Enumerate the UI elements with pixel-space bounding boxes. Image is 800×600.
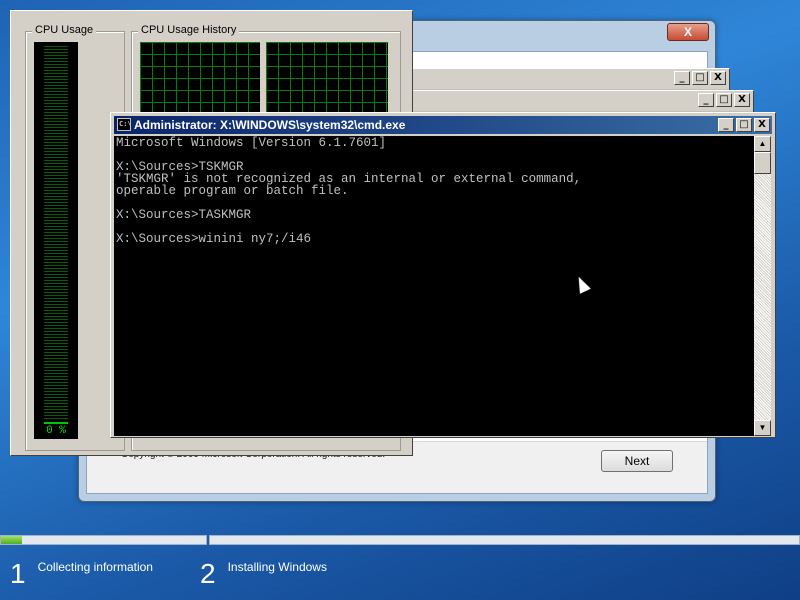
console-scrollbar[interactable]: ▲ ▼ [754,136,771,436]
cmd-titlebar[interactable]: C:\ Administrator: X:\WINDOWS\system32\c… [114,116,772,134]
progress-segment-2 [209,535,800,545]
maximize-button[interactable]: □ [692,71,708,85]
minimize-button[interactable]: _ [698,93,714,107]
step-number: 2 [200,558,216,589]
console-line: Microsoft Windows [Version 6.1.7601] [116,136,387,150]
step-installing-windows: 2 Installing Windows [200,558,327,590]
step-number: 1 [10,558,26,589]
close-button[interactable]: X [710,71,726,85]
console-line: operable program or batch file. [116,184,349,198]
next-button[interactable]: Next [601,450,673,472]
cpu-usage-label: CPU Usage [32,24,97,36]
background-window-1-titlebar: _ □ X [401,69,729,89]
cpu-percent-value: 0 % [46,425,66,437]
cpu-meter-level [44,422,68,424]
maximize-button[interactable]: □ [716,93,732,107]
close-button[interactable]: X [754,118,770,132]
minimize-button[interactable]: _ [674,71,690,85]
scroll-down-arrow-icon[interactable]: ▼ [754,420,771,436]
cmd-title-text: Administrator: X:\WINDOWS\system32\cmd.e… [134,118,406,132]
step-label: Installing Windows [227,560,327,574]
maximize-button[interactable]: □ [736,118,752,132]
scrollbar-thumb[interactable] [754,152,771,174]
setup-progress-bar [0,533,800,547]
console-output[interactable]: Microsoft Windows [Version 6.1.7601] X:\… [114,136,754,436]
cpu-usage-meter: 0 % [34,42,78,439]
console-prompt-line: X:\Sources>winini ny7;/i46 [116,232,312,246]
cmd-icon[interactable]: C:\ [117,118,132,131]
cmd-window: C:\ Administrator: X:\WINDOWS\system32\c… [110,112,776,438]
cpu-meter-bars [44,46,68,420]
close-button[interactable]: X [734,93,750,107]
setup-close-button[interactable]: X [667,23,709,41]
step-label: Collecting information [37,560,153,574]
progress-segment-1 [0,535,207,545]
step-collecting-information: 1 Collecting information [10,558,153,590]
console-line: X:\Sources>TASKMGR [116,208,252,222]
minimize-button[interactable]: _ [718,118,734,132]
scroll-up-arrow-icon[interactable]: ▲ [754,136,771,152]
cpu-history-label: CPU Usage History [138,24,240,36]
background-window-2-titlebar: _ □ X [401,91,753,111]
progress-fill [1,536,22,544]
